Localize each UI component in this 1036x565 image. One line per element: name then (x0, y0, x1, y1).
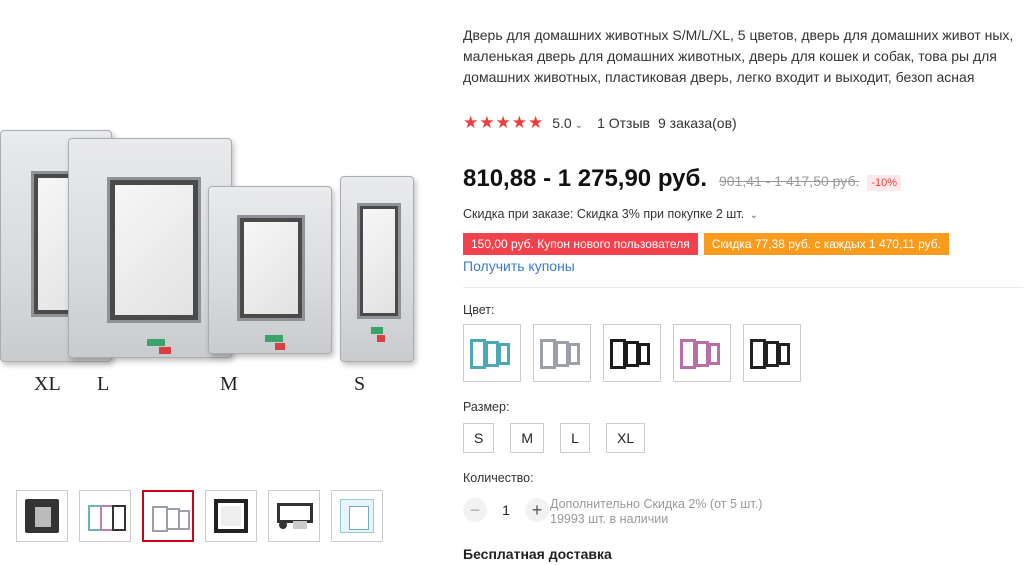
size-label-l: L (97, 373, 110, 395)
store-coupon-label: Скидка 77,38 руб. с каждых 1 470,11 руб. (711, 237, 941, 251)
quantity-label: Количество: (463, 471, 534, 485)
rating-stars-icon: ★★★★★ (463, 113, 545, 132)
chevron-down-icon: ⌄ (574, 120, 584, 131)
door-m-image (208, 186, 332, 354)
quantity-stepper: − 1 + (463, 498, 549, 522)
order-discount-dropdown[interactable]: Скидка при заказе: Скидка 3% при покупке… (463, 207, 758, 221)
order-discount-text: Скидка при заказе: Скидка 3% при покупке… (463, 207, 745, 221)
color-options (463, 324, 801, 382)
main-product-image[interactable] (0, 100, 440, 420)
color-option-grey[interactable] (533, 324, 591, 382)
stock-text: 19993 шт. в наличии (550, 512, 669, 526)
product-title: Дверь для домашних животных S/M/L/XL, 5 … (463, 27, 1014, 85)
old-price: 901,41 - 1 417,50 руб. (719, 173, 860, 189)
store-discount-coupon[interactable]: Скидка 77,38 руб. с каждых 1 470,11 руб. (703, 233, 949, 255)
thumbnail-5[interactable] (268, 490, 320, 542)
size-option-xl[interactable]: XL (606, 423, 646, 453)
size-options: S M L XL (463, 423, 646, 453)
coupon-row: 150,00 руб. Купон нового пользователя Ск… (463, 233, 949, 255)
get-coupons-link[interactable]: Получить купоны (463, 258, 575, 274)
size-label-s: S (354, 373, 366, 395)
size-option-s[interactable]: S (463, 423, 495, 453)
quantity-increase-button[interactable]: + (525, 498, 549, 522)
size-label: Размер: (463, 400, 510, 414)
thumbnail-6[interactable] (331, 490, 383, 542)
rating-value: 5.0 (552, 115, 572, 131)
size-label-xl: XL (34, 373, 61, 395)
color-label: Цвет: (463, 303, 495, 317)
quantity-value[interactable]: 1 (487, 502, 525, 518)
thumbnail-4[interactable] (205, 490, 257, 542)
size-option-l[interactable]: L (560, 423, 591, 453)
quantity-decrease-button[interactable]: − (463, 498, 487, 522)
color-option-black-white[interactable] (743, 324, 801, 382)
new-user-coupon-label: 150,00 руб. Купон нового пользователя (471, 237, 690, 251)
chevron-down-icon: ⌄ (749, 210, 759, 221)
size-label-m: M (220, 373, 238, 395)
divider (463, 287, 1023, 288)
color-option-pink[interactable] (673, 324, 731, 382)
thumbnail-1[interactable] (16, 490, 68, 542)
quantity-note: Дополнительно Скидка 2% (от 5 шт.) 19993… (550, 497, 762, 527)
thumbnail-3[interactable] (142, 490, 194, 542)
current-price: 810,88 - 1 275,90 руб. (463, 165, 708, 192)
color-option-black[interactable] (603, 324, 661, 382)
color-option-teal[interactable] (463, 324, 521, 382)
bulk-discount-text: Дополнительно Скидка 2% (от 5 шт.) (550, 497, 763, 511)
price-row: 810,88 - 1 275,90 руб. 901,41 - 1 417,50… (463, 165, 902, 193)
discount-badge: -10% (867, 175, 902, 191)
thumbnail-strip (16, 490, 383, 542)
rating-dropdown[interactable]: 5.0 ⌄ (552, 115, 583, 131)
new-user-coupon[interactable]: 150,00 руб. Купон нового пользователя (463, 233, 698, 255)
size-option-m[interactable]: M (510, 423, 545, 453)
orders-count: 9 заказа(ов) (657, 115, 737, 131)
door-s-image (340, 176, 414, 362)
shipping-title: Бесплатная доставка (463, 546, 612, 562)
thumbnail-2[interactable] (79, 490, 131, 542)
rating-row: ★★★★★ 5.0 ⌄ 1 Отзыв 9 заказа(ов) (463, 113, 737, 133)
reviews-link[interactable]: 1 Отзыв (597, 115, 650, 131)
